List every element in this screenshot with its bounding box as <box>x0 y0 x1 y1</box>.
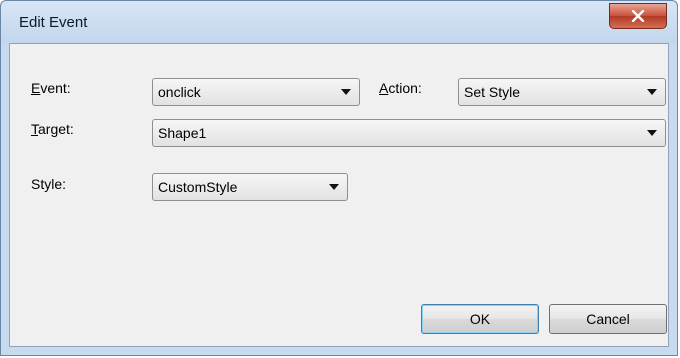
chevron-down-icon <box>647 130 657 136</box>
dialog-body: Event: onclick Action: Set Style Target:… <box>9 43 669 347</box>
chevron-down-icon <box>647 89 657 95</box>
style-label: Style: <box>31 176 67 192</box>
target-value: Shape1 <box>158 125 207 141</box>
cancel-button[interactable]: Cancel <box>549 304 667 334</box>
edit-event-dialog: Edit Event Event: onclick Action: Set St… <box>0 0 678 356</box>
target-dropdown[interactable]: Shape1 <box>152 119 666 147</box>
ok-button[interactable]: OK <box>421 304 539 334</box>
chevron-down-icon <box>329 184 339 190</box>
window-title: Edit Event <box>19 14 88 31</box>
target-label: Target: <box>31 121 74 137</box>
event-value: onclick <box>158 84 201 100</box>
event-label: Event: <box>31 80 71 96</box>
close-button[interactable] <box>609 3 667 29</box>
action-value: Set Style <box>464 84 521 100</box>
event-dropdown[interactable]: onclick <box>152 78 360 106</box>
chevron-down-icon <box>341 89 351 95</box>
style-value: CustomStyle <box>158 179 238 195</box>
close-icon <box>631 10 645 22</box>
style-dropdown[interactable]: CustomStyle <box>152 173 348 201</box>
action-dropdown[interactable]: Set Style <box>458 78 666 106</box>
title-bar[interactable]: Edit Event <box>1 1 677 43</box>
action-label: Action: <box>379 80 422 96</box>
